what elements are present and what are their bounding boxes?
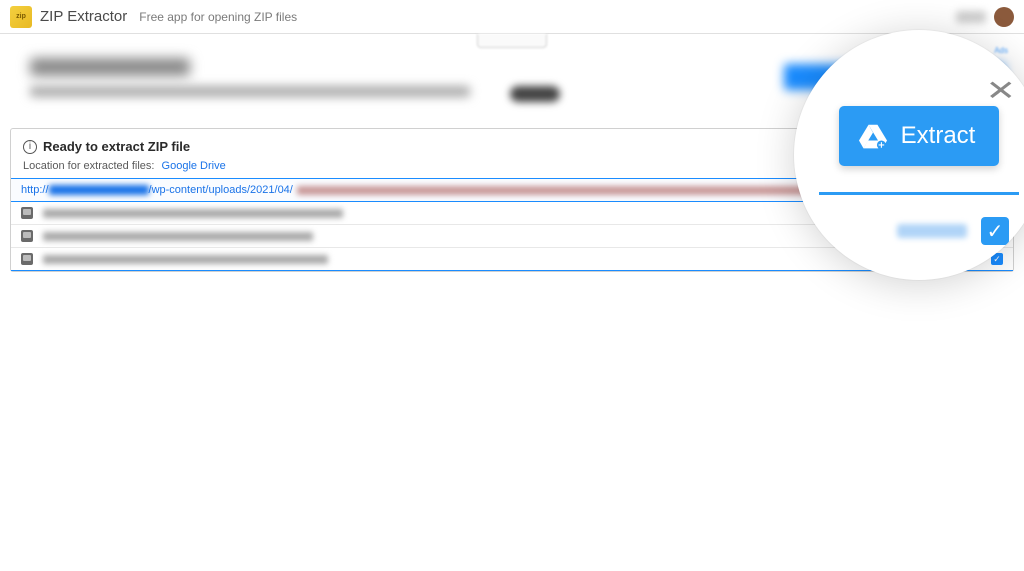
image-file-icon: [21, 253, 33, 265]
header-right: [956, 7, 1014, 27]
app-icon-label: zip: [16, 13, 26, 20]
app-icon: zip: [10, 6, 32, 28]
ready-text: Ready to extract ZIP file: [43, 139, 190, 154]
location-label: Location for extracted files:: [23, 160, 154, 172]
app-title: ZIP Extractor: [40, 8, 127, 25]
callout-divider: [819, 192, 1019, 195]
archive-domain-blurred: [49, 185, 149, 195]
close-icon[interactable]: ✕: [985, 74, 1016, 107]
callout-bottom-row: ✓: [829, 217, 1009, 245]
file-name-blurred: [43, 209, 343, 218]
user-avatar[interactable]: [994, 7, 1014, 27]
app-subtitle: Free app for opening ZIP files: [139, 10, 297, 24]
tab-notch: [477, 34, 547, 48]
google-drive-plus-icon: [859, 123, 887, 149]
app-header: zip ZIP Extractor Free app for opening Z…: [0, 0, 1024, 34]
ad-pill-blurred: [510, 86, 560, 102]
ad-text-blurred: [30, 86, 470, 97]
image-file-icon: [21, 207, 33, 219]
callout-size-blurred: [897, 224, 967, 238]
image-file-icon: [21, 230, 33, 242]
archive-protocol: http://: [21, 184, 49, 196]
archive-path: /wp-content/uploads/2021/04/: [149, 184, 293, 196]
archive-filename-blurred: [297, 186, 847, 195]
callout-checkbox[interactable]: ✓: [981, 217, 1009, 245]
ad-label: Ads: [994, 46, 1008, 55]
extract-button-magnified-label: Extract: [901, 122, 976, 150]
file-name-blurred: [43, 232, 313, 241]
file-name-blurred: [43, 255, 328, 264]
location-link[interactable]: Google Drive: [162, 160, 226, 172]
info-icon: i: [23, 140, 37, 154]
ad-heading-blurred: [30, 58, 190, 76]
extract-button-magnified[interactable]: Extract: [839, 106, 1000, 166]
header-text-blurred: [956, 11, 986, 23]
